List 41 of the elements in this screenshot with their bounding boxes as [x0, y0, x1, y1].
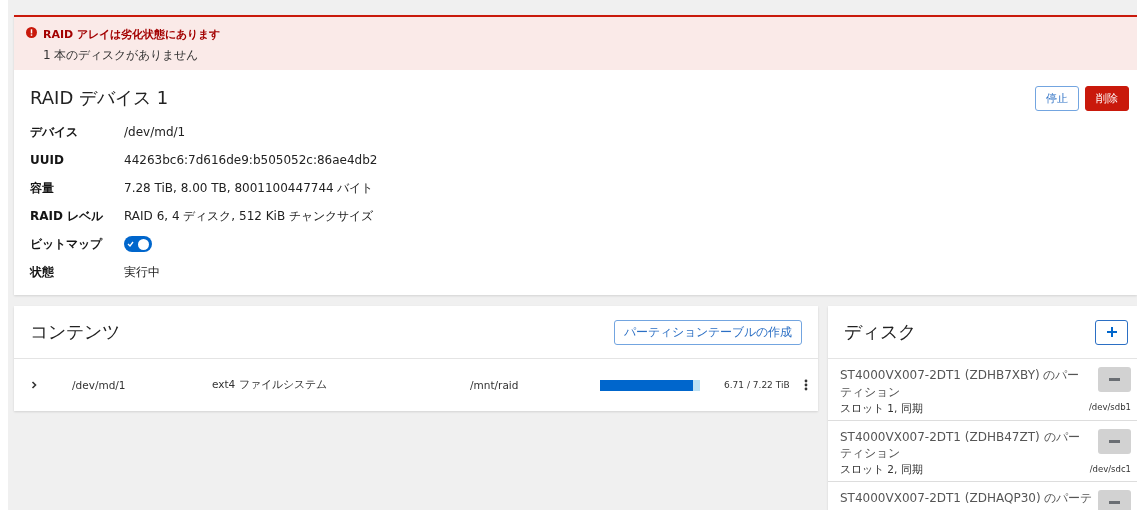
create-partition-table-button[interactable]: パーティションテーブルの作成: [614, 319, 802, 345]
remove-disk-button[interactable]: [1098, 367, 1131, 392]
contents-title: コンテンツ: [30, 320, 120, 344]
remove-disk-button[interactable]: [1098, 428, 1131, 454]
field-value: RAID 6, 4 ディスク, 512 KiB チャンクサイズ: [124, 207, 373, 225]
bitmap-toggle[interactable]: [124, 236, 152, 252]
remove-disk-button[interactable]: [1098, 490, 1131, 510]
disk-name: ST4000VX007-2DT1 (ZDHB47ZT) のパーティション: [840, 428, 1081, 463]
mount-point: /mnt/raid: [470, 379, 520, 391]
delete-button[interactable]: 削除: [1085, 86, 1129, 111]
usage-text: 6.71 / 7.22 TiB: [724, 380, 791, 390]
device-path: /dev/md/1: [72, 379, 127, 391]
disk-detail: スロット 1, 同期: [840, 401, 924, 416]
disk-path: /dev/sdb1: [1089, 402, 1131, 412]
alert-title: RAID アレイは劣化状態にあります: [43, 27, 221, 42]
field-value: 44263bc6:7d616de9:b505052c:86ae4db2: [124, 153, 378, 167]
field-value: /dev/md/1: [124, 125, 186, 139]
field-label: RAID レベル: [30, 207, 105, 225]
field-label: デバイス: [30, 123, 79, 141]
plus-icon: [1106, 327, 1117, 337]
field-label: 状態: [30, 263, 55, 281]
disk-detail: スロット 2, 同期: [840, 463, 924, 478]
disk-path: /dev/sdc1: [1089, 463, 1131, 474]
device-title: RAID デバイス 1: [30, 86, 170, 110]
field-label: ビットマップ: [30, 235, 104, 253]
error-icon: [26, 27, 37, 38]
field-label: UUID: [30, 153, 65, 167]
disks-title: ディスク: [844, 320, 916, 344]
check-icon: [127, 241, 134, 247]
disk-name: ST4000VX007-2DT1 (ZDHAQP30) のパーテ: [840, 490, 1094, 507]
minus-icon: [1109, 378, 1120, 381]
alert-message: 1 本のディスクがありません: [43, 47, 200, 64]
add-disk-button[interactable]: [1095, 319, 1128, 345]
field-value: 実行中: [124, 263, 160, 281]
stop-button[interactable]: 停止: [1035, 86, 1079, 111]
minus-icon: [1109, 501, 1120, 505]
disk-name: ST4000VX007-2DT1 (ZDHB7XBY) のパーティション: [840, 367, 1081, 401]
minus-icon: [1109, 439, 1120, 443]
field-value: 7.28 TiB, 8.00 TB, 8001100447744 バイト: [124, 179, 374, 197]
field-label: 容量: [30, 179, 55, 197]
filesystem-type: ext4 ファイルシステム: [212, 378, 328, 392]
